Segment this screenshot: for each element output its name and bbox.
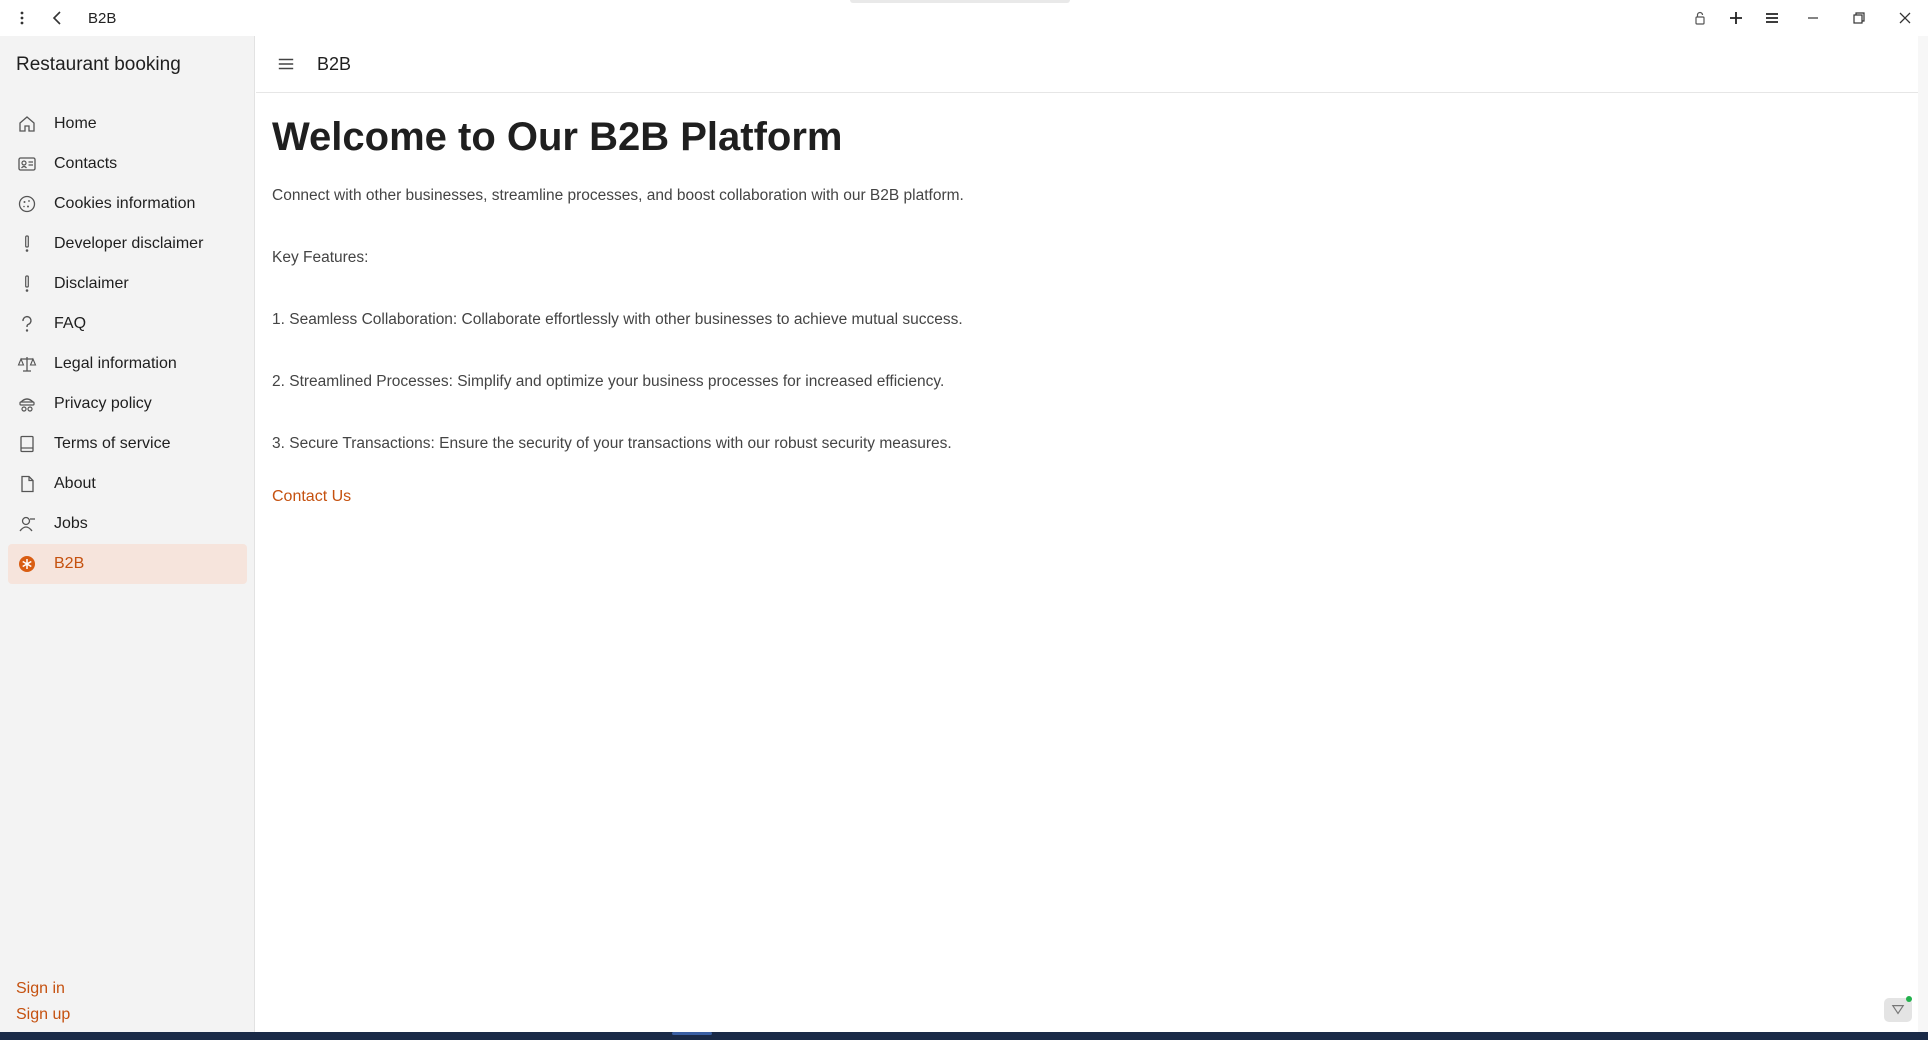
- scales-icon: [17, 354, 37, 374]
- back-arrow-icon[interactable]: [40, 0, 76, 36]
- key-features-heading: Key Features:: [272, 249, 369, 266]
- sign-in-link[interactable]: Sign in: [16, 976, 70, 1002]
- headline: Welcome to Our B2B Platform: [272, 115, 843, 159]
- hamburger-icon[interactable]: [1754, 0, 1790, 36]
- sidebar-item-label: Terms of service: [54, 435, 171, 452]
- taskbar-indicator: [672, 1032, 712, 1035]
- sidebar-item-label: Cookies information: [54, 195, 196, 212]
- more-vertical-icon[interactable]: [4, 0, 40, 36]
- hamburger-icon[interactable]: [274, 52, 298, 76]
- exclamation-icon: [17, 234, 37, 254]
- b2b-icon: [17, 554, 37, 574]
- sign-up-link[interactable]: Sign up: [16, 1002, 70, 1028]
- tab-hint: [850, 0, 1070, 3]
- sidebar-item-label: About: [54, 475, 96, 492]
- sidebar-item-label: Contacts: [54, 155, 118, 172]
- sidebar-item-label: Home: [54, 115, 97, 132]
- app-name: Restaurant booking: [16, 54, 181, 75]
- minimize-icon[interactable]: [1790, 0, 1836, 36]
- sidebar-item-label: B2B: [54, 555, 85, 572]
- sidebar-item-label: Privacy policy: [54, 395, 152, 412]
- vertical-scrollbar[interactable]: [1918, 36, 1928, 1032]
- close-icon[interactable]: [1882, 0, 1928, 36]
- sidebar-item-cookies[interactable]: Cookies information: [8, 184, 247, 224]
- contact-card-icon: [17, 154, 37, 174]
- page-header: B2B: [256, 36, 1918, 93]
- status-dot: [1906, 996, 1912, 1002]
- privacy-icon: [17, 394, 37, 414]
- intro-text: Connect with other businesses, streamlin…: [272, 187, 964, 204]
- feature-item: 1. Seamless Collaboration: Collaborate e…: [272, 311, 963, 328]
- sidebar-item-label: FAQ: [54, 315, 87, 332]
- feature-item: 2. Streamlined Processes: Simplify and o…: [272, 373, 945, 390]
- page-content: Welcome to Our B2B Platform Connect with…: [256, 93, 1918, 506]
- lock-icon[interactable]: [1682, 0, 1718, 36]
- window-controls: [1682, 0, 1928, 36]
- sidebar-item-label: Legal information: [54, 355, 177, 372]
- page-icon: [17, 474, 37, 494]
- sidebar-item-jobs[interactable]: Jobs: [8, 504, 247, 544]
- sidebar-item-label: Developer disclaimer: [54, 235, 204, 252]
- plus-icon[interactable]: [1718, 0, 1754, 36]
- sidebar-item-faq[interactable]: FAQ: [8, 304, 247, 344]
- sidebar-item-contacts[interactable]: Contacts: [8, 144, 247, 184]
- sidebar-item-disclaimer[interactable]: Disclaimer: [8, 264, 247, 304]
- sidebar-item-terms[interactable]: Terms of service: [8, 424, 247, 464]
- question-icon: [17, 314, 37, 334]
- restore-icon[interactable]: [1836, 0, 1882, 36]
- home-icon: [17, 114, 37, 134]
- page-title: B2B: [317, 53, 352, 74]
- window-title: B2B: [88, 9, 117, 27]
- document-icon: [17, 434, 37, 454]
- sidebar-item-legal[interactable]: Legal information: [8, 344, 247, 384]
- sidebar-item-label: Jobs: [54, 515, 88, 532]
- sidebar-item-label: Disclaimer: [54, 275, 129, 292]
- taskbar: [0, 1032, 1928, 1040]
- cookie-icon: [17, 194, 37, 214]
- sidebar-nav: Home Contacts Cookies information Develo…: [8, 104, 247, 584]
- sidebar: Restaurant booking Home Contacts Cookies…: [0, 36, 255, 1032]
- main-panel: B2B Welcome to Our B2B Platform Connect …: [256, 36, 1918, 1032]
- title-bar: B2B: [0, 0, 1928, 36]
- sidebar-item-privacy[interactable]: Privacy policy: [8, 384, 247, 424]
- feature-item: 3. Secure Transactions: Ensure the secur…: [272, 435, 952, 452]
- sidebar-item-developer-disclaimer[interactable]: Developer disclaimer: [8, 224, 247, 264]
- contact-us-link[interactable]: Contact Us: [272, 488, 351, 506]
- sidebar-item-about[interactable]: About: [8, 464, 247, 504]
- person-icon: [17, 514, 37, 534]
- sidebar-item-b2b[interactable]: B2B: [8, 544, 247, 584]
- sidebar-item-home[interactable]: Home: [8, 104, 247, 144]
- auth-links: Sign in Sign up: [16, 976, 70, 1028]
- exclamation-icon: [17, 274, 37, 294]
